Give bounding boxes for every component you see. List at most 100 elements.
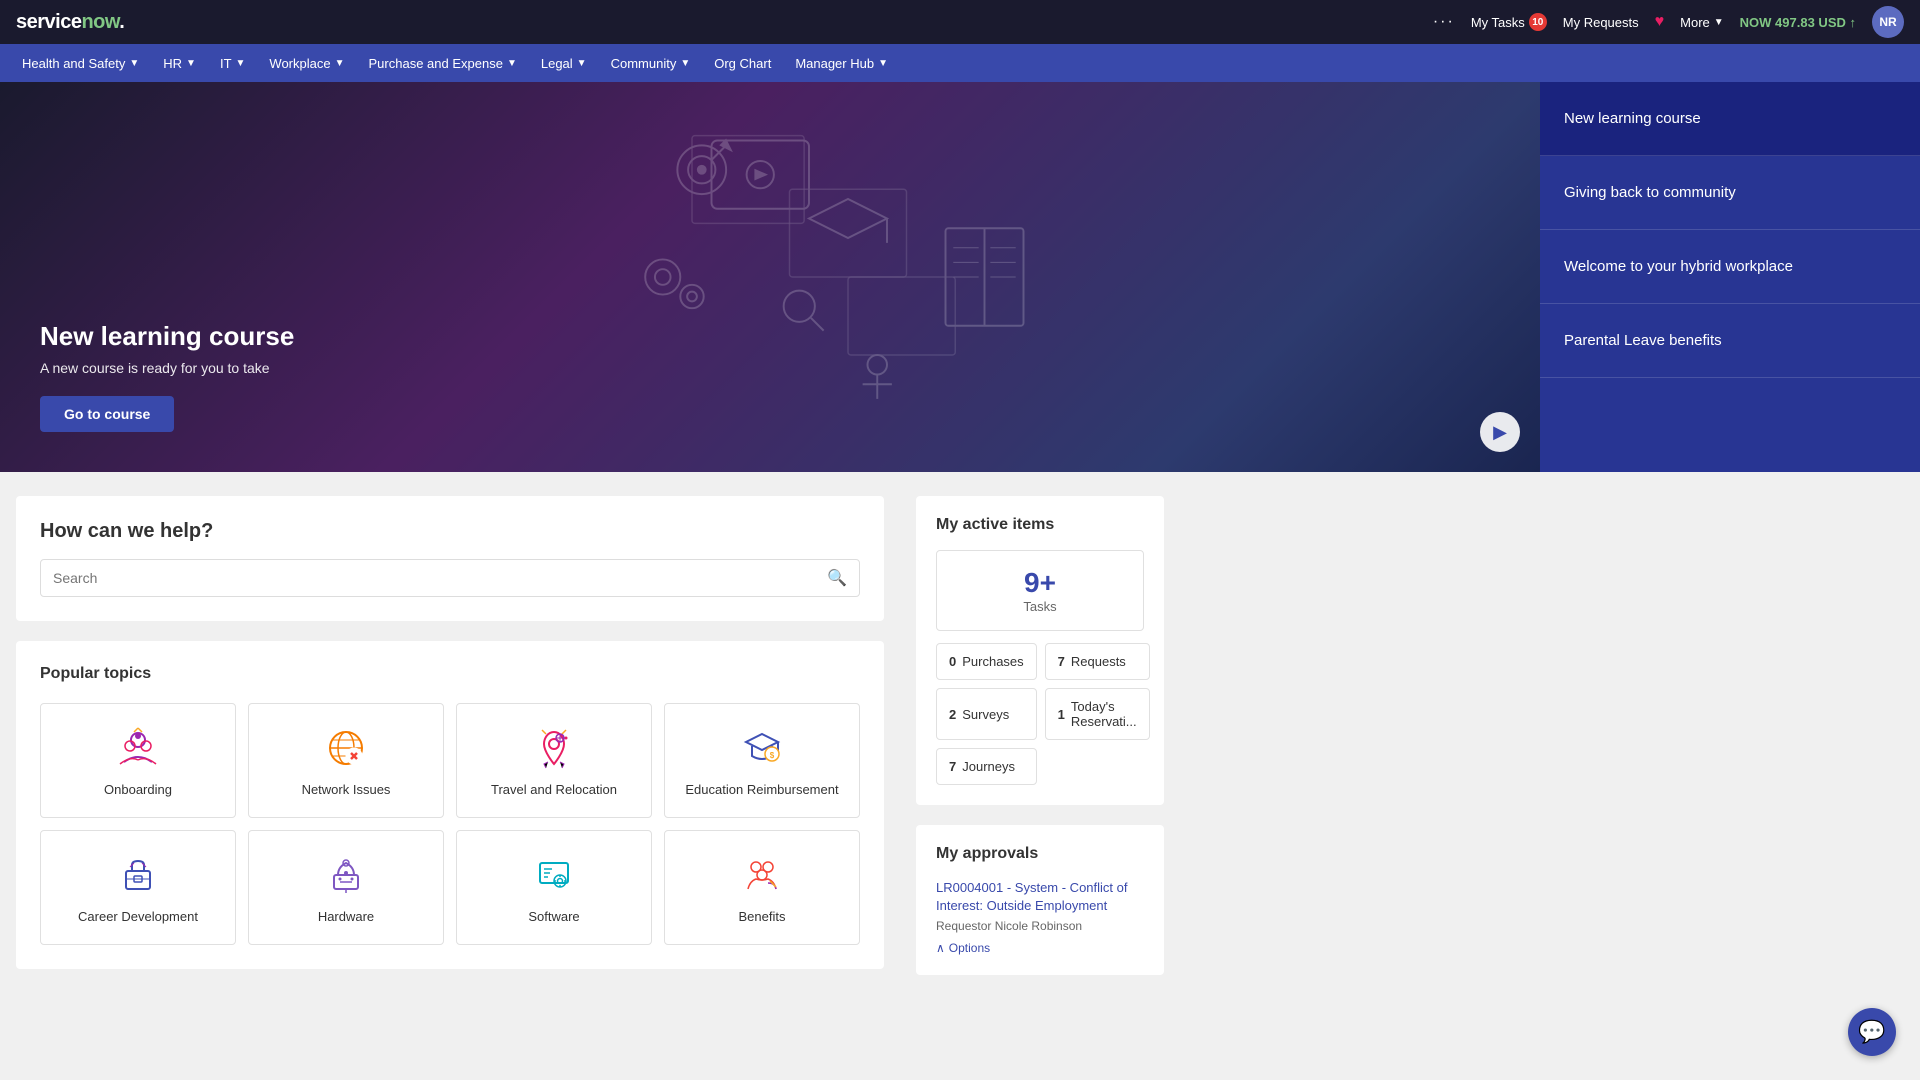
nav-manager-hub[interactable]: Manager Hub ▼ — [785, 50, 898, 77]
avatar[interactable]: NR — [1872, 6, 1904, 38]
approvals-title: My approvals — [936, 845, 1144, 863]
nav-community-chevron: ▼ — [680, 58, 690, 69]
nav-bar: Health and Safety ▼ HR ▼ IT ▼ Workplace … — [0, 44, 1920, 82]
nav-community[interactable]: Community ▼ — [601, 50, 701, 77]
onboarding-icon — [114, 724, 162, 772]
search-box: 🔍 — [40, 559, 860, 597]
purchases-label: Purchases — [962, 654, 1023, 669]
nav-legal[interactable]: Legal ▼ — [531, 50, 597, 77]
search-input[interactable] — [53, 570, 827, 586]
education-reimbursement-icon: $ — [738, 724, 786, 772]
topic-travel-relocation[interactable]: Travel and Relocation — [456, 703, 652, 818]
nav-manager-hub-chevron: ▼ — [878, 58, 888, 69]
nav-health-safety[interactable]: Health and Safety ▼ — [12, 50, 149, 77]
active-items-panel: My active items 9+ Tasks 0 Purchases 7 R… — [916, 496, 1164, 805]
content-left: How can we help? 🔍 Popular topics — [0, 472, 900, 999]
topic-career-development-label: Career Development — [78, 909, 198, 924]
software-icon — [530, 851, 578, 899]
content-right: My active items 9+ Tasks 0 Purchases 7 R… — [900, 472, 1180, 999]
requests-count: 7 — [1058, 654, 1065, 669]
topic-hardware-label: Hardware — [318, 909, 374, 924]
nav-purchase-expense[interactable]: Purchase and Expense ▼ — [359, 50, 527, 77]
my-tasks[interactable]: My Tasks 10 — [1471, 13, 1547, 31]
main-content: How can we help? 🔍 Popular topics — [0, 472, 1920, 999]
hero-subtitle: A new course is ready for you to take — [40, 360, 294, 376]
surveys-badge[interactable]: 2 Surveys — [936, 688, 1037, 740]
nav-hr[interactable]: HR ▼ — [153, 50, 206, 77]
topic-education-reimbursement[interactable]: $ Education Reimbursement — [664, 703, 860, 818]
task-count-badge: 10 — [1529, 13, 1547, 31]
play-icon: ▶ — [1493, 422, 1507, 443]
nav-community-label: Community — [611, 56, 677, 71]
nav-it-chevron: ▼ — [236, 58, 246, 69]
topic-onboarding[interactable]: Onboarding — [40, 703, 236, 818]
topic-travel-relocation-label: Travel and Relocation — [491, 782, 617, 797]
approval-link[interactable]: LR0004001 - System - Conflict of Interes… — [936, 879, 1144, 915]
topic-career-development[interactable]: Career Development — [40, 830, 236, 945]
hardware-icon — [322, 851, 370, 899]
tasks-box[interactable]: 9+ Tasks — [936, 550, 1144, 631]
topics-grid: Onboarding — [40, 703, 860, 945]
journeys-badge[interactable]: 7 Journeys — [936, 748, 1037, 785]
logo-now: now — [81, 11, 119, 33]
hero-main: New learning course A new course is read… — [0, 82, 1540, 472]
nav-workplace-label: Workplace — [269, 56, 330, 71]
more-menu[interactable]: More ▼ — [1680, 15, 1724, 30]
topic-software-label: Software — [528, 909, 579, 924]
nav-it[interactable]: IT ▼ — [210, 50, 255, 77]
topic-hardware[interactable]: Hardware — [248, 830, 444, 945]
search-icon: 🔍 — [827, 568, 847, 588]
chat-icon: 💬 — [1858, 1019, 1885, 1045]
nav-purchase-expense-chevron: ▼ — [507, 58, 517, 69]
play-button[interactable]: ▶ — [1480, 412, 1520, 452]
help-title: How can we help? — [40, 520, 860, 543]
nav-workplace-chevron: ▼ — [335, 58, 345, 69]
nav-hr-label: HR — [163, 56, 182, 71]
svg-text:$: $ — [770, 751, 775, 760]
approvals-panel: My approvals LR0004001 - System - Confli… — [916, 825, 1164, 975]
hero-sidebar-item-1[interactable]: Giving back to community — [1540, 156, 1920, 230]
hero-title: New learning course — [40, 321, 294, 352]
hero-section: New learning course A new course is read… — [0, 82, 1920, 472]
topics-section: Popular topics — [16, 641, 884, 969]
heart-icon[interactable]: ♥ — [1655, 13, 1665, 31]
hero-sidebar-item-label-1: Giving back to community — [1564, 184, 1736, 201]
reservations-badge[interactable]: 1 Today's Reservati... — [1045, 688, 1150, 740]
tasks-label: Tasks — [953, 599, 1127, 614]
dots-menu[interactable]: ··· — [1433, 13, 1455, 31]
purchases-count: 0 — [949, 654, 956, 669]
hero-sidebar-item-2[interactable]: Welcome to your hybrid workplace — [1540, 230, 1920, 304]
hero-sidebar-item-0[interactable]: New learning course — [1540, 82, 1920, 156]
surveys-label: Surveys — [962, 707, 1009, 722]
journeys-label: Journeys — [962, 759, 1015, 774]
requests-badge[interactable]: 7 Requests — [1045, 643, 1150, 680]
logo-text: servicenow. — [16, 11, 124, 34]
surveys-count: 2 — [949, 707, 956, 722]
more-chevron-icon: ▼ — [1714, 17, 1724, 28]
top-bar: servicenow. ··· My Tasks 10 My Requests … — [0, 0, 1920, 44]
reservations-label: Today's Reservati... — [1071, 699, 1137, 729]
chat-button[interactable]: 💬 — [1848, 1008, 1896, 1056]
nav-health-safety-chevron: ▼ — [129, 58, 139, 69]
go-to-course-button[interactable]: Go to course — [40, 396, 174, 432]
purchases-badge[interactable]: 0 Purchases — [936, 643, 1037, 680]
topic-software[interactable]: Software — [456, 830, 652, 945]
nav-workplace[interactable]: Workplace ▼ — [259, 50, 354, 77]
topic-network-issues[interactable]: Network Issues — [248, 703, 444, 818]
network-issues-icon — [322, 724, 370, 772]
nav-purchase-expense-label: Purchase and Expense — [369, 56, 503, 71]
logo[interactable]: servicenow. — [16, 11, 124, 34]
nav-org-chart[interactable]: Org Chart — [704, 50, 781, 77]
now-balance: NOW 497.83 USD ↑ — [1740, 15, 1856, 30]
active-items-title: My active items — [936, 516, 1144, 534]
popular-topics-title: Popular topics — [40, 665, 860, 683]
my-requests[interactable]: My Requests — [1563, 15, 1639, 30]
options-link[interactable]: ∧ Options — [936, 941, 1144, 955]
hero-sidebar-item-3[interactable]: Parental Leave benefits — [1540, 304, 1920, 378]
options-label: Options — [949, 941, 990, 955]
topic-benefits[interactable]: Benefits — [664, 830, 860, 945]
hero-sidebar: New learning course Giving back to commu… — [1540, 82, 1920, 472]
topic-onboarding-label: Onboarding — [104, 782, 172, 797]
nav-health-safety-label: Health and Safety — [22, 56, 125, 71]
topic-education-reimbursement-label: Education Reimbursement — [685, 782, 838, 797]
